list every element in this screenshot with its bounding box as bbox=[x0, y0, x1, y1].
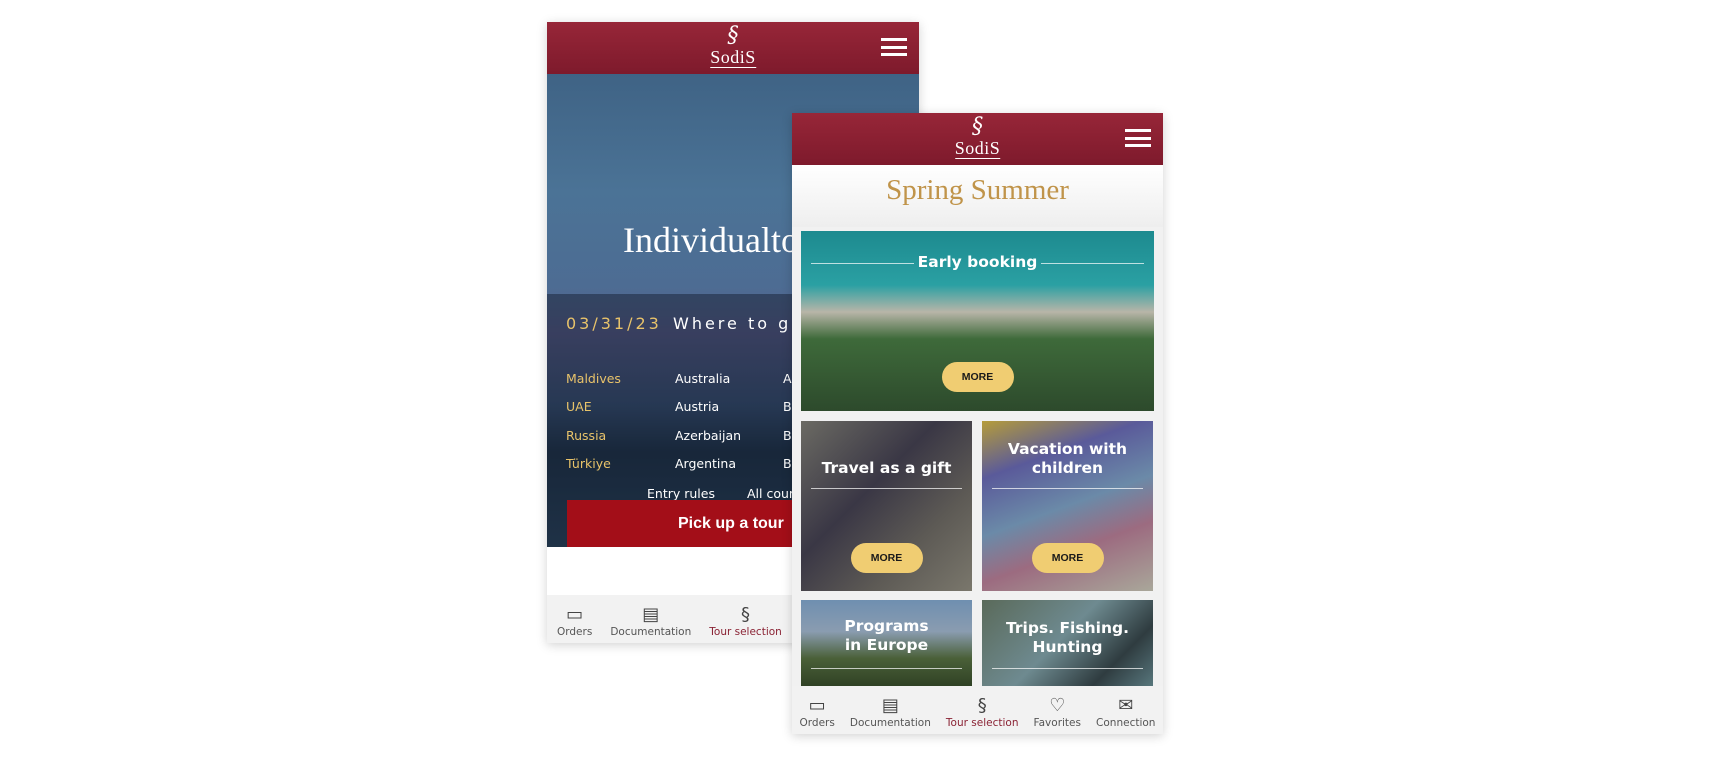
tab-documentation[interactable]: ▤ Documentation bbox=[850, 686, 931, 734]
document-icon: ▤ bbox=[642, 604, 660, 625]
hero-title: Individualto bbox=[623, 220, 799, 260]
card-trips-fishing-hunting[interactable]: Trips. Fishing. Hunting bbox=[982, 600, 1153, 690]
date-display[interactable]: 03/31/23 bbox=[566, 314, 662, 333]
sodis-logo[interactable]: § SodiS bbox=[954, 114, 1001, 159]
where-to-go-input[interactable]: Where to go bbox=[673, 314, 804, 333]
country-link[interactable]: B bbox=[783, 456, 792, 471]
section-title: Spring Summer bbox=[792, 165, 1163, 227]
tab-label: Orders bbox=[799, 717, 835, 729]
tab-label: Documentation bbox=[849, 717, 931, 729]
tab-documentation[interactable]: ▤ Documentation bbox=[610, 595, 691, 643]
suitcase-icon: ▭ bbox=[808, 695, 826, 716]
tab-label: Favorites bbox=[1033, 717, 1081, 729]
card-title: Early booking bbox=[917, 253, 1038, 271]
app-header: § SodiS bbox=[547, 22, 919, 74]
document-icon: ▤ bbox=[881, 695, 899, 716]
country-link[interactable]: Australia bbox=[675, 371, 730, 386]
sodis-logo[interactable]: § SodiS bbox=[710, 24, 756, 68]
sodis-mark-icon: § bbox=[972, 114, 983, 139]
country-link[interactable]: UAE bbox=[566, 399, 592, 414]
more-button[interactable]: MORE bbox=[850, 543, 923, 573]
heart-icon: ♡ bbox=[1049, 695, 1066, 716]
bottom-tab-bar: ▭ Orders ▤ Documentation § Tour selection ♡… bbox=[792, 686, 1163, 734]
country-link[interactable]: Argentina bbox=[675, 456, 736, 471]
card-title: Vacation with children bbox=[1007, 440, 1128, 477]
tab-label: Orders bbox=[557, 626, 593, 638]
card-vacation-with-children[interactable]: Vacation with children MORE bbox=[982, 421, 1153, 591]
country-link[interactable]: B bbox=[783, 428, 792, 443]
suitcase-icon: ▭ bbox=[566, 604, 584, 625]
app-header: § SodiS bbox=[792, 113, 1163, 165]
card-title: Travel as a gift bbox=[821, 459, 952, 477]
sodis-mark-icon: § bbox=[727, 23, 739, 48]
hamburger-menu-icon[interactable] bbox=[1125, 129, 1151, 147]
country-link[interactable]: Türkiye bbox=[566, 456, 611, 471]
card-programs-in-europe[interactable]: Programs in Europe bbox=[801, 600, 972, 690]
tab-label: Connection bbox=[1096, 717, 1156, 729]
tab-orders[interactable]: ▭ Orders bbox=[800, 686, 835, 734]
tab-label: Documentation bbox=[610, 626, 692, 638]
tab-connection[interactable]: ✉ Connection bbox=[1096, 686, 1155, 734]
tab-orders[interactable]: ▭ Orders bbox=[557, 595, 592, 643]
sodis-logo-icon: § bbox=[741, 604, 751, 625]
country-link[interactable]: B bbox=[783, 399, 792, 414]
card-travel-as-gift[interactable]: Travel as a gift MORE bbox=[801, 421, 972, 591]
phone-screen-spring-summer: § SodiS Spring Summer Early booking MORE … bbox=[792, 113, 1163, 734]
hamburger-menu-icon[interactable] bbox=[881, 38, 907, 56]
card-title: Programs in Europe bbox=[844, 617, 929, 654]
tab-label: Tour selection bbox=[945, 717, 1019, 729]
sodis-logo-icon: § bbox=[977, 695, 987, 716]
card-title: Trips. Fishing. Hunting bbox=[1006, 619, 1129, 656]
country-link[interactable]: Austria bbox=[675, 399, 719, 414]
more-button[interactable]: MORE bbox=[1031, 543, 1104, 573]
tab-label: Tour selection bbox=[709, 626, 782, 638]
phone-mail-icon: ✉ bbox=[1118, 695, 1134, 716]
more-button[interactable]: MORE bbox=[941, 362, 1014, 392]
country-link[interactable]: Maldives bbox=[566, 371, 621, 386]
tab-favorites[interactable]: ♡ Favorites bbox=[1034, 686, 1081, 734]
country-link[interactable]: Russia bbox=[566, 428, 606, 443]
tab-tour-selection[interactable]: § Tour selection bbox=[946, 686, 1019, 734]
country-link[interactable]: Azerbaijan bbox=[675, 428, 741, 443]
country-link[interactable]: A bbox=[783, 371, 792, 386]
tab-tour-selection[interactable]: § Tour selection bbox=[709, 595, 782, 643]
card-early-booking[interactable]: Early booking MORE bbox=[801, 231, 1154, 411]
